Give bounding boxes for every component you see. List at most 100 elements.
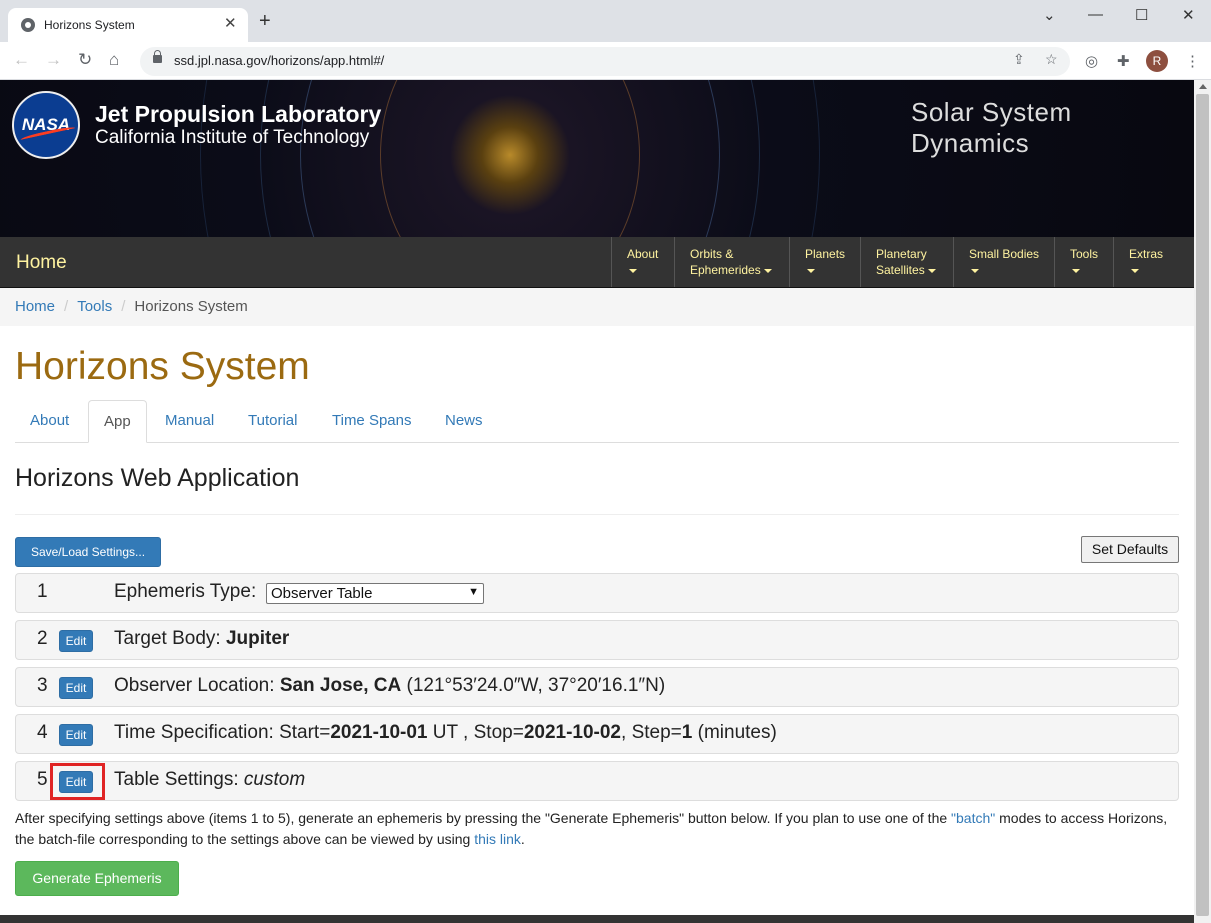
tab-manual[interactable]: Manual [150, 400, 229, 443]
page-title: Horizons System [15, 345, 310, 388]
browser-tab[interactable]: Horizons System ✕ [8, 8, 248, 42]
row-number: 2 [37, 628, 48, 649]
share-icon[interactable]: ⇪ [1013, 51, 1025, 68]
settings-row-time-spec: 4 Edit Time Specification: Start=2021-10… [15, 714, 1179, 754]
caret-down-icon [1072, 268, 1080, 273]
browser-titlebar: Horizons System ✕ + ⌄ — ☐ ✕ [0, 0, 1211, 42]
breadcrumb-tools[interactable]: Tools [77, 298, 112, 315]
nav-about[interactable]: About [611, 237, 675, 287]
settings-row-target-body: 2 Edit Target Body: Jupiter [15, 620, 1179, 660]
this-link[interactable]: this link [474, 831, 521, 847]
new-tab-icon[interactable]: + [259, 11, 271, 31]
minimize-icon[interactable]: — [1088, 6, 1103, 23]
nav-about-label: About [627, 247, 659, 261]
close-tab-icon[interactable]: ✕ [224, 14, 237, 32]
address-bar[interactable]: ssd.jpl.nasa.gov/horizons/app.html#/ ⇪ ☆ [140, 47, 1070, 76]
highlight-box [50, 763, 105, 800]
edit-observer-location-button[interactable]: Edit [59, 677, 93, 699]
observer-coordinates: (121°53′24.0″W, 37°20′16.1″N) [406, 675, 666, 696]
tab-time-spans[interactable]: Time Spans [317, 400, 426, 443]
breadcrumb: Home / Tools / Horizons System [0, 288, 1194, 326]
tab-tutorial[interactable]: Tutorial [233, 400, 312, 443]
nav-small-bodies-label: Small Bodies [969, 247, 1040, 261]
edit-time-spec-button[interactable]: Edit [59, 724, 93, 746]
tab-news[interactable]: News [430, 400, 498, 443]
nav-tools[interactable]: Tools [1054, 237, 1114, 287]
ephemeris-type-select[interactable]: Observer Table ▼ [266, 583, 484, 604]
scrollbar[interactable] [1194, 80, 1211, 923]
step-unit: (minutes) [697, 722, 777, 743]
nav-tools-label: Tools [1070, 247, 1099, 261]
note-text-1: After specifying settings above (items 1… [15, 810, 952, 826]
maximize-icon[interactable]: ☐ [1135, 6, 1148, 24]
reload-icon[interactable]: ↻ [78, 50, 92, 70]
caret-down-icon [807, 268, 815, 273]
row-text: Target Body: Jupiter [114, 628, 289, 650]
caret-down-icon [763, 268, 772, 273]
divider [15, 514, 1179, 515]
tab-app[interactable]: App [88, 400, 147, 443]
chevron-down-icon: ▼ [468, 586, 479, 598]
globe-icon [21, 18, 35, 32]
scrollbar-thumb[interactable] [1196, 94, 1209, 916]
nav-extras-label: Extras [1129, 247, 1164, 261]
extension-circle-icon[interactable]: ◎ [1085, 52, 1098, 70]
row-label: Time Specification: Start= [114, 722, 331, 743]
breadcrumb-separator: / [64, 298, 69, 315]
settings-row-table-settings: 5 Edit Table Settings: custom [15, 761, 1179, 801]
table-settings-value: custom [243, 769, 306, 790]
nav-orbits-ephemerides[interactable]: Orbits & Ephemerides [674, 237, 790, 287]
instructions-note: After specifying settings above (items 1… [15, 808, 1179, 850]
section-title: Horizons Web Application [15, 464, 300, 492]
nav-planets[interactable]: Planets [789, 237, 861, 287]
puzzle-icon[interactable]: ✚ [1117, 52, 1130, 70]
tab-about[interactable]: About [15, 400, 84, 443]
caret-down-icon [971, 268, 979, 273]
ephemeris-type-value: Observer Table [271, 585, 373, 602]
nav-orbits-label-2: Ephemerides [690, 263, 761, 277]
nasa-logo[interactable]: NASA [12, 91, 80, 159]
caltech-subtitle[interactable]: California Institute of Technology [95, 127, 369, 149]
tab-search-icon[interactable]: ⌄ [1043, 6, 1056, 24]
set-defaults-button[interactable]: Set Defaults [1081, 536, 1179, 563]
row-text: Table Settings: custom [114, 769, 305, 791]
row-number: 1 [37, 581, 48, 602]
back-icon[interactable]: ← [13, 50, 30, 70]
nav-home-link[interactable]: Home [16, 252, 67, 274]
nav-satellites-label: Planetary [876, 247, 927, 261]
home-icon[interactable]: ⌂ [109, 50, 119, 70]
row-label: Ephemeris Type: [114, 581, 257, 602]
row-text: Observer Location: San Jose, CA (121°53′… [114, 675, 665, 697]
scroll-up-icon[interactable] [1199, 84, 1207, 89]
ssd-title[interactable]: Solar System Dynamics [911, 97, 1194, 159]
target-body-value: Jupiter [225, 628, 290, 649]
row-label: Target Body: [114, 628, 221, 649]
generate-ephemeris-button[interactable]: Generate Ephemeris [15, 861, 179, 896]
avatar[interactable]: R [1146, 50, 1168, 72]
batch-link[interactable]: "batch" [951, 810, 995, 826]
url-text[interactable]: ssd.jpl.nasa.gov/horizons/app.html#/ [174, 53, 384, 68]
note-text-3: . [520, 831, 525, 847]
nav-planets-label: Planets [805, 247, 846, 261]
save-load-settings-button[interactable]: Save/Load Settings... [15, 537, 161, 567]
nav-small-bodies[interactable]: Small Bodies [953, 237, 1055, 287]
edit-target-body-button[interactable]: Edit [59, 630, 93, 652]
row-label: Observer Location: [114, 675, 275, 696]
nav-extras[interactable]: Extras [1113, 237, 1194, 287]
row-number: 3 [37, 675, 48, 696]
browser-menu-icon[interactable]: ⋮ [1185, 52, 1200, 70]
window-close-icon[interactable]: ✕ [1182, 6, 1195, 24]
jpl-title[interactable]: Jet Propulsion Laboratory [95, 101, 381, 128]
nav-planetary-satellites[interactable]: Planetary Satellites [860, 237, 954, 287]
start-date-value: 2021-10-01 [330, 722, 428, 743]
row-number: 4 [37, 722, 48, 743]
row-text: Time Specification: Start=2021-10-01 UT … [114, 722, 777, 744]
breadcrumb-home[interactable]: Home [15, 298, 55, 315]
bookmark-star-icon[interactable]: ☆ [1045, 51, 1058, 68]
page-tabs: About App Manual Tutorial Time Spans New… [15, 400, 1179, 443]
row-label: Table Settings: [114, 769, 239, 790]
step-label: , Step= [621, 722, 682, 743]
forward-icon[interactable]: → [45, 50, 62, 70]
jpl-banner: NASA Jet Propulsion Laboratory Californi… [0, 80, 1194, 237]
orbit-decoration [380, 80, 640, 237]
